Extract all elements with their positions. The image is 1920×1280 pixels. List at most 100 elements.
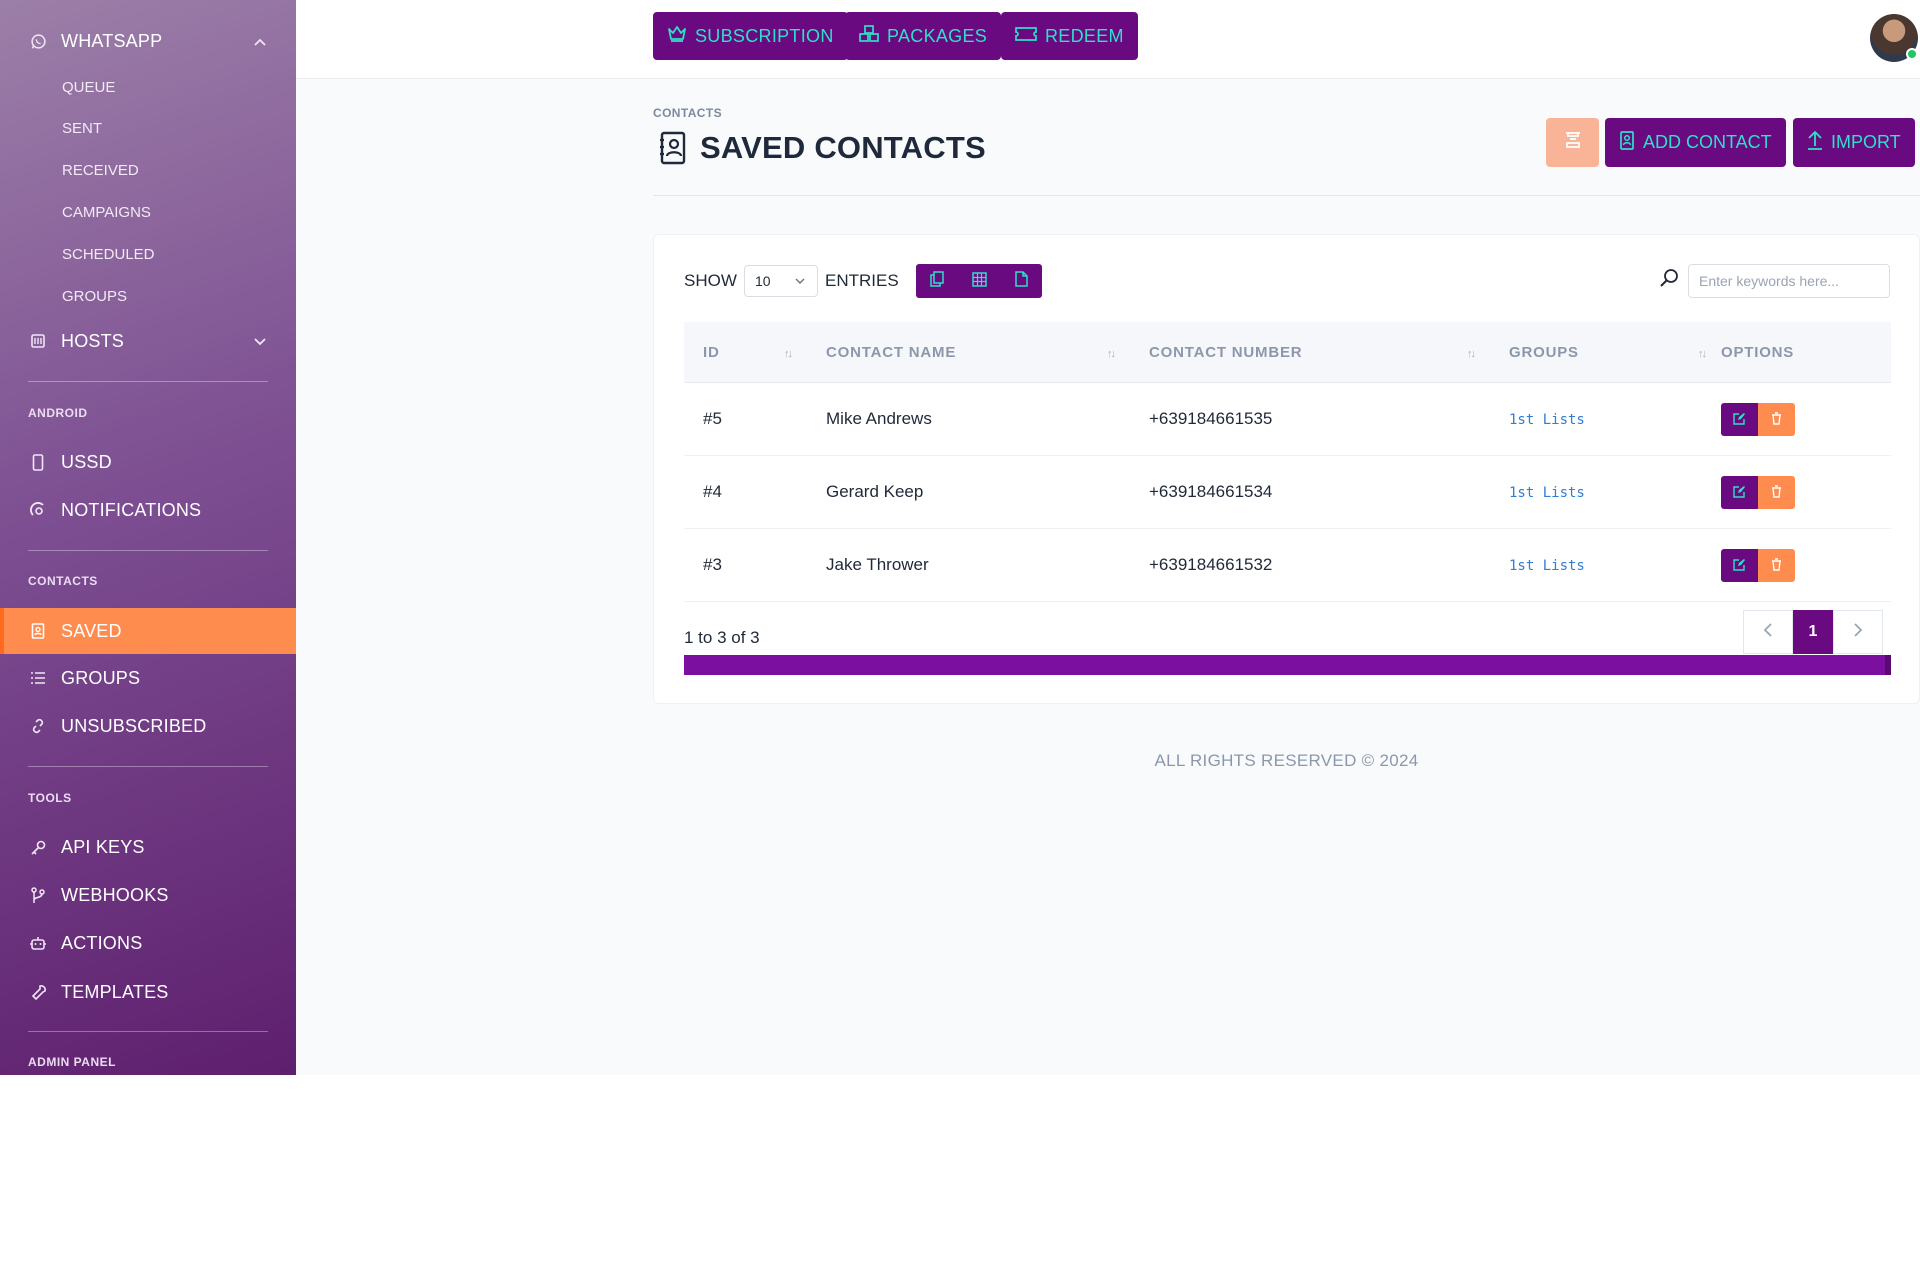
sort-icon[interactable]: ↑↓ xyxy=(1467,348,1476,360)
pdf-button[interactable] xyxy=(1000,264,1042,298)
contact-book-icon xyxy=(1619,130,1635,155)
chevron-down-icon xyxy=(254,334,266,349)
edit-button[interactable] xyxy=(1721,403,1758,436)
entries-label: ENTRIES xyxy=(825,271,899,290)
sidebar-item-groups[interactable]: GROUPS xyxy=(0,655,296,701)
phone-icon xyxy=(28,452,48,472)
import-button[interactable]: IMPORT xyxy=(1793,118,1915,167)
edit-icon xyxy=(1733,412,1746,428)
sidebar-sub-label: RECEIVED xyxy=(62,161,139,179)
subscription-label: SUBSCRIPTION xyxy=(695,25,834,46)
pagination: 1 xyxy=(1743,610,1883,654)
key-icon xyxy=(28,837,48,857)
breadcrumb: CONTACTS xyxy=(653,106,722,120)
cell-group-link[interactable]: 1st Lists xyxy=(1509,485,1585,501)
delete-button[interactable] xyxy=(1758,476,1795,509)
sidebar-item-webhooks[interactable]: WEBHOOKS xyxy=(0,872,296,918)
search-icon xyxy=(1658,267,1680,289)
grid-icon xyxy=(971,271,987,291)
sidebar-sub-label: QUEUE xyxy=(62,78,116,96)
redeem-button[interactable]: REDEEM xyxy=(1001,12,1138,60)
export-toolbar xyxy=(916,264,1042,298)
delete-button[interactable] xyxy=(1758,403,1795,436)
sidebar-sub-received[interactable]: RECEIVED xyxy=(0,150,296,190)
server-icon xyxy=(28,331,48,351)
add-contact-button[interactable]: ADD CONTACT xyxy=(1605,118,1786,167)
edit-button[interactable] xyxy=(1721,549,1758,582)
sidebar-item-templates[interactable]: TEMPLATES xyxy=(0,969,296,1015)
ticket-icon xyxy=(1015,26,1037,47)
sidebar-item-label: USSD xyxy=(61,451,112,472)
delete-button[interactable] xyxy=(1758,549,1795,582)
table-row: #5 Mike Andrews +639184661535 1st Lists xyxy=(684,383,1891,456)
pagination-info: 1 to 3 of 3 xyxy=(684,628,760,647)
sidebar-sub-campaigns[interactable]: CAMPAIGNS xyxy=(0,192,296,232)
column-header-groups[interactable]: GROUPS xyxy=(1509,344,1579,361)
next-page-button[interactable] xyxy=(1833,610,1883,654)
entries-select[interactable]: 10 xyxy=(744,265,818,297)
previous-page-button[interactable] xyxy=(1743,610,1793,654)
upload-icon xyxy=(1807,130,1823,155)
sidebar-item-saved[interactable]: SAVED xyxy=(0,608,296,654)
sidebar-item-label: WHATSAPP xyxy=(61,30,163,51)
sidebar-item-label: API KEYS xyxy=(61,836,145,857)
git-branch-icon xyxy=(28,885,48,905)
sidebar-section-android: ANDROID xyxy=(28,406,88,420)
copy-button[interactable] xyxy=(916,264,958,298)
sidebar-sub-sent[interactable]: SENT xyxy=(0,108,296,148)
copy-icon xyxy=(930,271,944,291)
packages-button[interactable]: PACKAGES xyxy=(845,12,1002,60)
top-bar: SUBSCRIPTION PACKAGES REDEEM xyxy=(296,0,1920,79)
sidebar-item-label: NOTIFICATIONS xyxy=(61,499,202,520)
cell-group-link[interactable]: 1st Lists xyxy=(1509,412,1585,428)
subscription-button[interactable]: SUBSCRIPTION xyxy=(653,12,848,60)
sidebar-section-tools: TOOLS xyxy=(28,791,72,805)
sidebar-item-unsubscribed[interactable]: UNSUBSCRIBED xyxy=(0,703,296,749)
search-input[interactable] xyxy=(1688,264,1890,298)
sidebar-section-admin: ADMIN PANEL xyxy=(28,1055,116,1069)
cell-contact-number: +639184661534 xyxy=(1149,482,1273,501)
sidebar-item-actions[interactable]: ACTIONS xyxy=(0,920,296,966)
excel-button[interactable] xyxy=(958,264,1000,298)
sort-icon[interactable]: ↑↓ xyxy=(784,348,793,360)
file-icon xyxy=(1014,271,1028,291)
app-root: WHATSAPP QUEUE SENT RECEIVED CAMPAIGNS S… xyxy=(0,0,1920,1075)
filter-icon xyxy=(1563,130,1583,155)
redeem-label: REDEEM xyxy=(1045,25,1124,46)
table-row: #3 Jake Thrower +639184661532 1st Lists xyxy=(684,529,1891,602)
sidebar-sub-scheduled[interactable]: SCHEDULED xyxy=(0,234,296,274)
sidebar-item-label: WEBHOOKS xyxy=(61,884,169,905)
packages-label: PACKAGES xyxy=(887,25,988,46)
sidebar-item-label: SAVED xyxy=(61,620,122,641)
table-row: #4 Gerard Keep +639184661534 1st Lists xyxy=(684,456,1891,529)
entries-value: 10 xyxy=(755,273,771,289)
cell-group-link[interactable]: 1st Lists xyxy=(1509,558,1585,574)
sort-icon[interactable]: ↑↓ xyxy=(1698,348,1707,360)
sidebar-item-notifications[interactable]: NOTIFICATIONS xyxy=(0,487,296,533)
avatar[interactable] xyxy=(1870,14,1918,62)
horizontal-scrollbar[interactable] xyxy=(684,655,1891,675)
header-divider xyxy=(653,195,1920,196)
table-header: ID ↑↓ CONTACT NAME ↑↓ CONTACT NUMBER ↑↓ … xyxy=(684,322,1891,383)
column-header-contact-number[interactable]: CONTACT NUMBER xyxy=(1149,344,1302,361)
column-header-contact-name[interactable]: CONTACT NAME xyxy=(826,344,956,361)
sidebar-item-ussd[interactable]: USSD xyxy=(0,439,296,485)
edit-icon xyxy=(1733,485,1746,501)
filter-button[interactable] xyxy=(1546,118,1599,167)
sort-icon[interactable]: ↑↓ xyxy=(1107,348,1116,360)
sidebar-sub-queue[interactable]: QUEUE xyxy=(0,67,296,107)
page-title: SAVED CONTACTS xyxy=(700,130,986,165)
sidebar-item-whatsapp[interactable]: WHATSAPP xyxy=(0,18,296,64)
add-contact-label: ADD CONTACT xyxy=(1643,132,1772,152)
column-header-id[interactable]: ID xyxy=(703,344,720,361)
sidebar-item-hosts[interactable]: HOSTS xyxy=(0,318,296,364)
notification-icon xyxy=(28,500,48,520)
page-button-current[interactable]: 1 xyxy=(1793,610,1833,654)
sidebar-divider xyxy=(28,550,268,551)
sidebar-item-api-keys[interactable]: API KEYS xyxy=(0,824,296,870)
sidebar-sub-groups[interactable]: GROUPS xyxy=(0,276,296,316)
edit-button[interactable] xyxy=(1721,476,1758,509)
boxes-icon xyxy=(859,24,879,48)
cell-contact-name: Gerard Keep xyxy=(826,482,924,501)
sidebar-sub-label: SENT xyxy=(62,119,103,137)
